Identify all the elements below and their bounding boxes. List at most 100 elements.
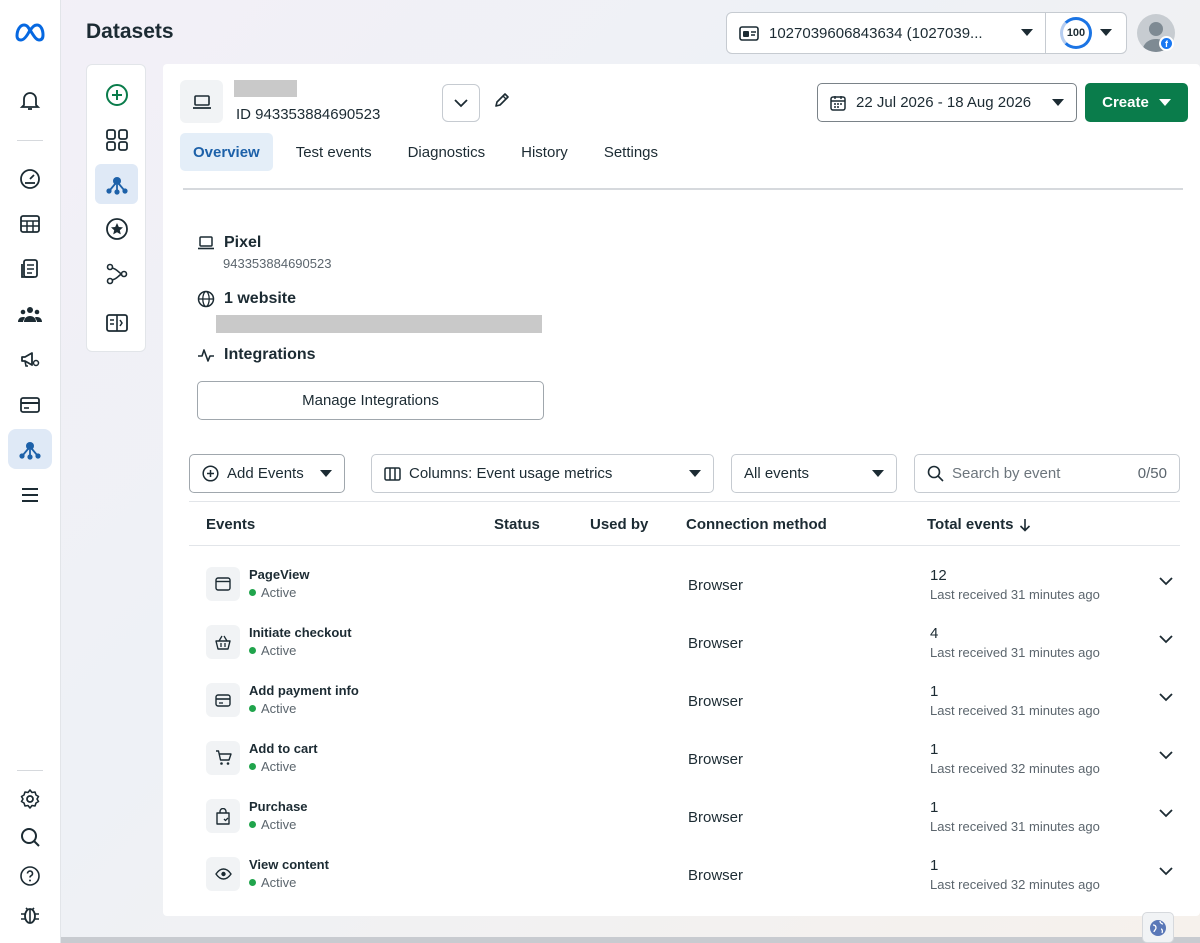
event-filter-selector[interactable]: All events	[731, 454, 897, 493]
connection-method: Browser	[688, 867, 744, 884]
facebook-badge-icon: f	[1159, 36, 1174, 51]
date-range-label: 22 Jul 2026 - 18 Aug 2026	[856, 94, 1032, 111]
ad-account-selector[interactable]: 1027039606843634 (1027039...	[726, 12, 1046, 54]
dashboard-gauge-icon[interactable]	[8, 159, 52, 199]
tab-diagnostics[interactable]: Diagnostics	[395, 133, 499, 171]
last-received: Last received 31 minutes ago	[930, 819, 1100, 834]
search-input[interactable]	[952, 465, 1130, 482]
table-row[interactable]: Purchase Active Browser 1 Last received …	[189, 797, 1180, 855]
column-header-total-events[interactable]: Total events	[927, 516, 1031, 533]
settings-panel-icon[interactable]	[95, 303, 138, 343]
dataset-overview-panel: ID 943353884690523 22 Jul 2026 - 18 Aug …	[163, 64, 1200, 916]
documents-icon[interactable]	[8, 249, 52, 289]
search-char-count: 0/50	[1137, 465, 1167, 482]
search-icon	[927, 465, 944, 482]
manage-integrations-button[interactable]: Manage Integrations	[197, 381, 544, 420]
bug-report-icon[interactable]	[8, 895, 52, 935]
global-nav-rail	[0, 0, 61, 943]
connection-method: Browser	[688, 809, 744, 826]
active-status-dot	[249, 763, 256, 770]
notifications-bell-icon[interactable]	[8, 80, 52, 120]
caret-down-icon	[872, 469, 884, 478]
add-events-button[interactable]: Add Events	[189, 454, 345, 493]
event-status-label: Active	[261, 643, 297, 658]
table-header-divider	[189, 545, 1180, 546]
column-header-used-by: Used by	[590, 516, 649, 533]
ad-account-label: 1027039606843634 (1027039...	[769, 24, 983, 42]
last-received: Last received 32 minutes ago	[930, 877, 1100, 892]
event-status: Active	[249, 643, 296, 658]
event-name: Add payment info	[249, 683, 359, 698]
column-header-events: Events	[206, 516, 256, 533]
search-icon[interactable]	[8, 817, 52, 857]
pixel-heading: Pixel	[197, 234, 261, 252]
tab-overview[interactable]: Overview	[180, 133, 273, 171]
overview-grid-icon[interactable]	[95, 120, 138, 160]
tab-history[interactable]: History	[508, 133, 581, 171]
tab-settings[interactable]: Settings	[591, 133, 671, 171]
edit-pencil-icon[interactable]	[493, 91, 511, 109]
pixel-title: Pixel	[224, 234, 262, 251]
events-manager-subnav	[86, 64, 146, 352]
active-status-dot	[249, 705, 256, 712]
score-value: 100	[1066, 27, 1086, 39]
eye-icon	[206, 857, 240, 891]
row-expand-chevron-icon[interactable]	[1159, 577, 1173, 586]
chevron-down-icon	[454, 98, 468, 108]
integrations-title: Integrations	[224, 346, 316, 363]
language-globe-icon[interactable]	[1142, 912, 1174, 943]
event-name: PageView	[249, 567, 310, 582]
table-row[interactable]: View content Active Browser 1 Last recei…	[189, 855, 1180, 913]
table-row[interactable]: Add to cart Active Browser 1 Last receiv…	[189, 739, 1180, 797]
total-events-count: 12	[930, 567, 947, 584]
date-range-picker[interactable]: 22 Jul 2026 - 18 Aug 2026	[817, 83, 1077, 122]
shopping-bag-icon	[206, 799, 240, 833]
last-received: Last received 31 minutes ago	[930, 703, 1100, 718]
table-row[interactable]: Add payment info Active Browser 1 Last r…	[189, 681, 1180, 739]
redacted-website-url	[216, 315, 542, 333]
bottom-scroll-bar	[61, 937, 1200, 943]
table-grid-icon[interactable]	[8, 204, 52, 244]
opportunity-score-selector[interactable]: 100	[1046, 12, 1127, 54]
events-manager-icon[interactable]	[8, 429, 52, 469]
browser-window-icon	[206, 567, 240, 601]
custom-conversions-star-icon[interactable]	[95, 209, 138, 249]
create-button[interactable]: Create	[1085, 83, 1188, 122]
row-expand-chevron-icon[interactable]	[1159, 693, 1173, 702]
basket-icon	[206, 625, 240, 659]
tabs-divider	[183, 188, 1183, 190]
partner-integrations-icon[interactable]	[95, 254, 138, 294]
row-expand-chevron-icon[interactable]	[1159, 635, 1173, 644]
settings-gear-icon[interactable]	[8, 779, 52, 819]
dataset-switcher-button[interactable]	[442, 84, 480, 122]
business-account-icon	[739, 24, 759, 42]
campaign-megaphone-icon[interactable]	[8, 339, 52, 379]
meta-logo-icon[interactable]	[8, 12, 52, 52]
tab-test-events[interactable]: Test events	[283, 133, 385, 171]
event-filter-label: All events	[744, 465, 810, 482]
globe-icon	[197, 290, 215, 308]
row-expand-chevron-icon[interactable]	[1159, 751, 1173, 760]
table-row[interactable]: Initiate checkout Active Browser 4 Last …	[189, 623, 1180, 681]
row-expand-chevron-icon[interactable]	[1159, 867, 1173, 876]
billing-card-icon[interactable]	[8, 385, 52, 425]
integrations-heading: Integrations	[197, 346, 316, 364]
help-question-icon[interactable]	[8, 856, 52, 896]
active-status-dot	[249, 589, 256, 596]
connect-data-plus-icon[interactable]	[95, 75, 138, 115]
connection-method: Browser	[688, 693, 744, 710]
last-received: Last received 31 minutes ago	[930, 587, 1100, 602]
data-sources-icon[interactable]	[95, 164, 138, 204]
columns-selector[interactable]: Columns: Event usage metrics	[371, 454, 714, 493]
row-expand-chevron-icon[interactable]	[1159, 809, 1173, 818]
caret-down-icon	[1158, 98, 1171, 107]
cart-icon	[206, 741, 240, 775]
table-row[interactable]: PageView Active Browser 12 Last received…	[189, 565, 1180, 623]
dataset-id: ID 943353884690523	[236, 106, 381, 123]
total-events-count: 4	[930, 625, 939, 642]
audience-people-icon[interactable]	[8, 294, 52, 334]
event-search-box: 0/50	[914, 454, 1180, 493]
menu-hamburger-icon[interactable]	[8, 475, 52, 515]
column-header-connection-method: Connection method	[686, 516, 827, 533]
total-events-count: 1	[930, 857, 939, 874]
